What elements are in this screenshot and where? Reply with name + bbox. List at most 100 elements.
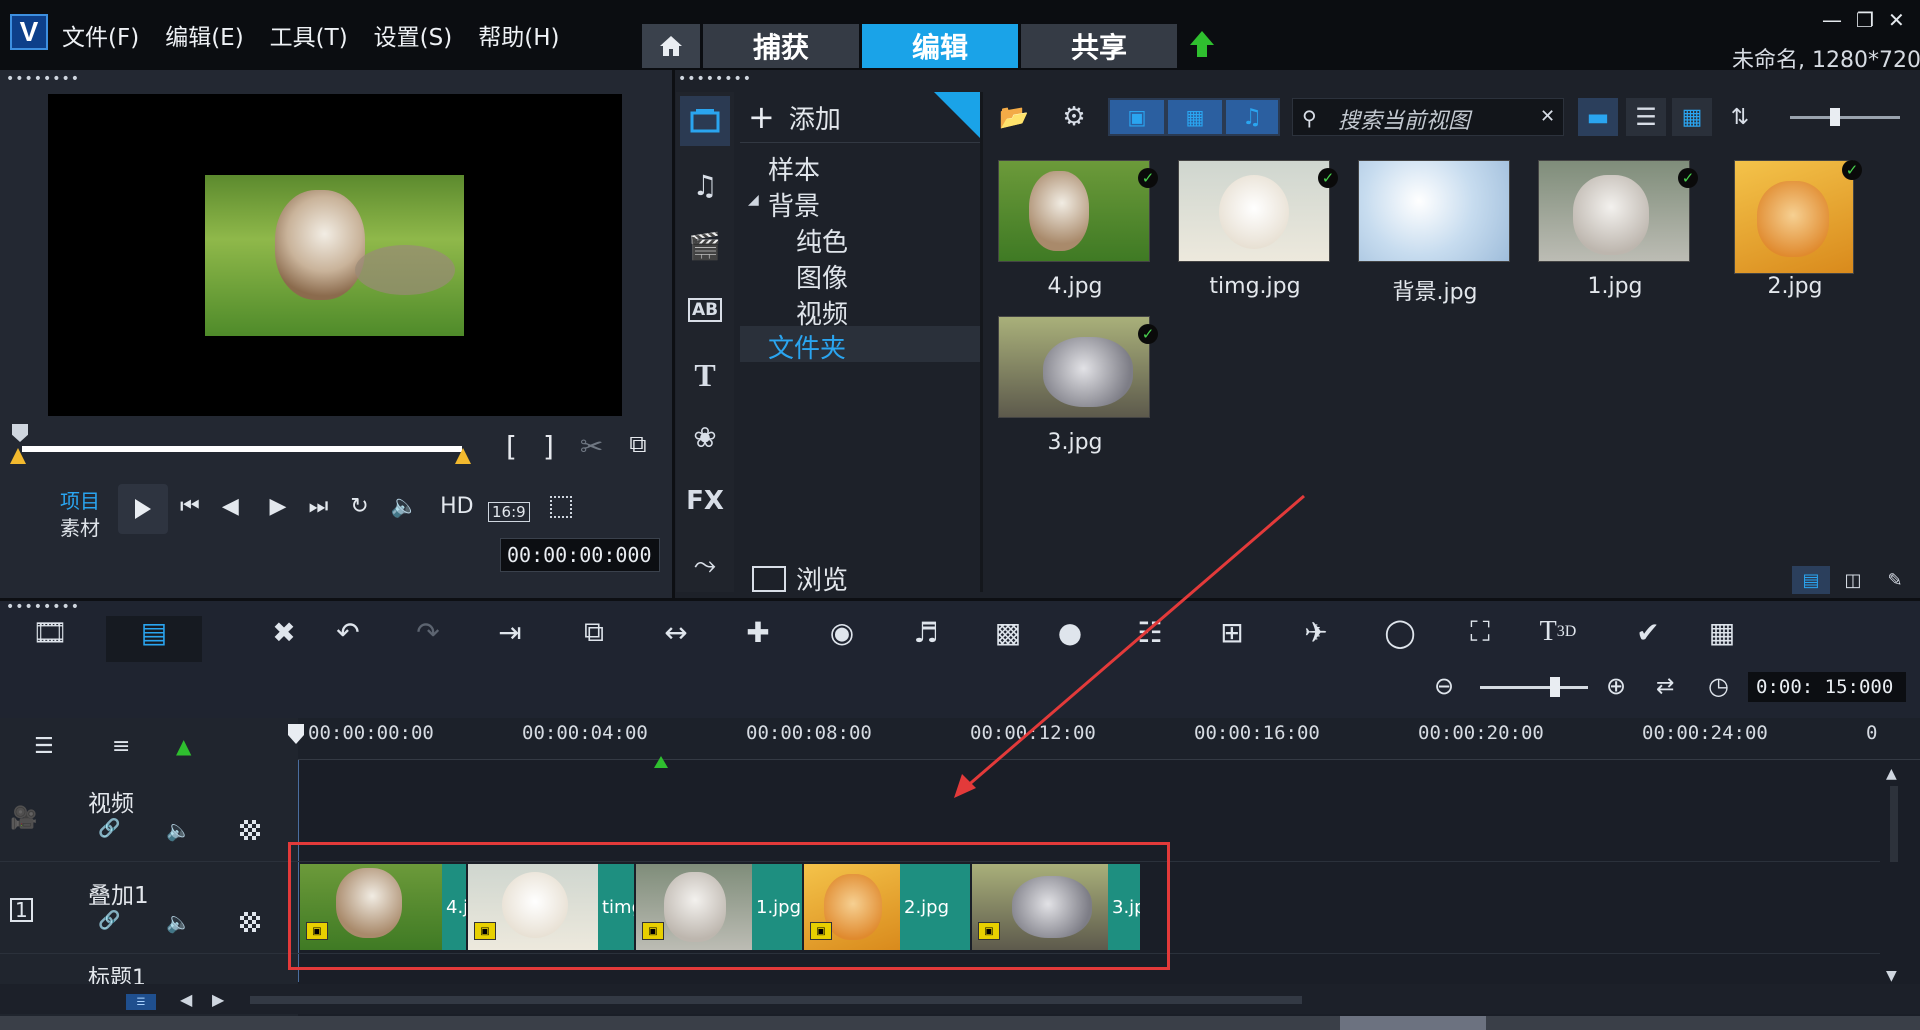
track-transparency-icon[interactable] <box>240 912 260 932</box>
library-thumbnail[interactable]: ✓ timg.jpg <box>1166 152 1344 302</box>
show-photo-icon[interactable]: ▦ <box>1168 100 1222 134</box>
split-view-icon[interactable]: ◫ <box>1834 566 1872 594</box>
zoom-in-icon[interactable]: ⊕ <box>1606 672 1626 700</box>
graphics-category-icon[interactable]: ❀ <box>680 412 730 462</box>
minimize-button[interactable]: — <box>1822 8 1842 32</box>
zoom-slider[interactable] <box>1480 686 1588 689</box>
track-motion-icon[interactable]: ✚ <box>736 610 780 654</box>
view-thumbnail-icon[interactable]: ▬ <box>1578 98 1618 136</box>
tree-item-samples[interactable]: 样本 <box>768 150 820 187</box>
track-volume-icon[interactable]: 🔈 <box>166 818 191 842</box>
go-to-end-icon[interactable]: ⏭ <box>308 494 328 519</box>
add-subtitle-icon[interactable]: ☰ <box>126 994 156 1010</box>
view-grid-icon[interactable]: ▦ <box>1672 98 1712 136</box>
checklist-icon[interactable]: ✔ <box>1626 610 1670 654</box>
previous-frame-icon[interactable]: ◀ <box>222 494 243 519</box>
hd-toggle[interactable]: HD <box>440 494 473 519</box>
show-audio-icon[interactable]: ♫ <box>1226 100 1278 134</box>
mode-clip[interactable]: 素材 <box>60 512 100 541</box>
tree-item-image[interactable]: 图像 <box>796 258 848 295</box>
motion-path-icon[interactable]: ⤳ <box>680 540 730 590</box>
mark-out-button[interactable]: ] <box>543 430 554 463</box>
instant-project-icon[interactable]: 🎬 <box>680 222 730 272</box>
track-manager-icon[interactable]: ☰ <box>34 734 54 759</box>
library-layout-icon[interactable]: ▤ <box>1792 566 1830 594</box>
import-folder-icon[interactable]: 📂 <box>994 98 1034 136</box>
tree-item-background[interactable]: 背景 <box>768 186 820 223</box>
upload-icon[interactable] <box>1186 28 1218 60</box>
maximize-button[interactable]: ❐ <box>1856 8 1874 32</box>
video-masking-icon[interactable]: ▦ <box>1700 610 1744 654</box>
trim-bar[interactable] <box>22 446 462 452</box>
zoom-out-icon[interactable]: ⊖ <box>1434 672 1454 700</box>
track-transparency-icon[interactable] <box>240 820 260 840</box>
motion-tracking-icon[interactable]: ⛶ <box>1458 610 1502 654</box>
library-thumbnail[interactable]: ✓ 1.jpg <box>1526 152 1704 302</box>
edit-options-icon[interactable]: ✎ <box>1878 566 1912 594</box>
audio-category-icon[interactable]: ♫ <box>680 160 730 210</box>
snapshot-icon[interactable]: ⧉ <box>629 430 646 463</box>
transition-category-icon[interactable]: AB <box>680 285 730 335</box>
scroll-down-icon[interactable]: ▼ <box>1886 968 1897 984</box>
search-clear-icon[interactable]: ✕ <box>1540 106 1555 127</box>
title-category-icon[interactable]: T <box>680 350 730 400</box>
timecode-display[interactable]: 00:00:00:000 <box>500 538 660 572</box>
scroll-left-icon[interactable]: ◀ <box>180 990 192 1009</box>
track-name-overlay[interactable]: 叠加1 <box>88 876 149 910</box>
menu-edit[interactable]: 编辑(E) <box>165 18 243 52</box>
horizontal-scroll-thumb[interactable] <box>250 996 1302 1004</box>
crop-tool-icon[interactable] <box>550 496 572 518</box>
mark-in-button[interactable]: [ <box>506 430 517 463</box>
tab-edit[interactable]: 编辑 <box>862 24 1018 68</box>
fit-timeline-icon[interactable]: ⇥ <box>488 610 532 654</box>
panel-grip[interactable]: •••••••• <box>6 72 80 86</box>
library-thumbnail[interactable]: ✓ 2.jpg <box>1706 152 1884 302</box>
storyboard-view-icon[interactable]: 🎞 <box>28 610 72 654</box>
sort-icon[interactable]: ⇅ <box>1722 98 1758 136</box>
redo-icon[interactable]: ↷ <box>406 610 450 654</box>
smart-proxy-icon[interactable]: ⧉ <box>572 610 616 654</box>
add-folder-button[interactable]: + 添加 <box>748 98 841 136</box>
timeline-view-icon[interactable]: ▤ <box>132 610 176 654</box>
menu-help[interactable]: 帮助(H) <box>478 18 559 52</box>
record-icon[interactable]: ◉ <box>820 610 864 654</box>
browse-button[interactable]: 浏览 <box>752 560 848 597</box>
volume-icon[interactable]: 🔈 <box>391 494 418 519</box>
project-duration[interactable]: 0:00: 15:000 <box>1748 672 1906 702</box>
undo-icon[interactable]: ↶ <box>326 610 370 654</box>
library-thumbnail[interactable]: ✓ 4.jpg <box>986 152 1164 302</box>
home-button[interactable] <box>642 24 700 68</box>
add-track-icon[interactable]: ≡ <box>112 734 130 759</box>
filter-category-icon[interactable]: FX <box>680 476 730 526</box>
media-category-icon[interactable] <box>680 96 730 146</box>
tab-share[interactable]: 共享 <box>1021 24 1177 68</box>
menu-settings[interactable]: 设置(S) <box>374 18 453 52</box>
library-thumbnail[interactable]: ✓ 3.jpg <box>986 308 1164 458</box>
view-list-icon[interactable]: ☰ <box>1626 98 1666 136</box>
link-icon[interactable]: 🔗 <box>98 818 120 839</box>
camera-aperture-icon[interactable]: ⚙ <box>1054 98 1094 136</box>
library-grip[interactable]: •••••••• <box>678 72 752 86</box>
link-icon[interactable]: 🔗 <box>98 910 120 931</box>
aspect-ratio-select[interactable]: 16:9 <box>488 502 530 522</box>
menu-tools[interactable]: 工具(T) <box>270 18 348 52</box>
track-name-video[interactable]: 视频 <box>88 784 134 818</box>
tree-item-folder[interactable]: 文件夹 <box>768 328 846 365</box>
close-button[interactable]: ✕ <box>1888 8 1905 32</box>
chapter-marker-icon[interactable]: ▲ <box>176 734 191 758</box>
search-input[interactable]: 搜索当前视图 <box>1338 103 1470 135</box>
show-video-icon[interactable]: ▣ <box>1110 100 1164 134</box>
thumbnail-size-handle[interactable] <box>1830 108 1840 126</box>
title-3d-icon[interactable]: T 3D <box>1536 610 1580 654</box>
library-thumbnail[interactable]: 背景.jpg <box>1346 152 1524 305</box>
scroll-up-icon[interactable]: ▲ <box>1886 766 1897 782</box>
zoom-handle[interactable] <box>1550 677 1560 697</box>
track-volume-icon[interactable]: 🔈 <box>166 910 191 934</box>
thumbnail-size-slider[interactable] <box>1790 116 1900 119</box>
tools-icon[interactable]: ✖ <box>262 610 306 654</box>
tree-item-solid-color[interactable]: 纯色 <box>796 222 848 259</box>
scroll-right-icon[interactable]: ▶ <box>212 990 224 1009</box>
tree-expand-icon[interactable]: ◢ <box>748 192 759 208</box>
vertical-scroll-thumb[interactable] <box>1890 786 1898 862</box>
split-icon[interactable]: ✂ <box>580 430 603 463</box>
